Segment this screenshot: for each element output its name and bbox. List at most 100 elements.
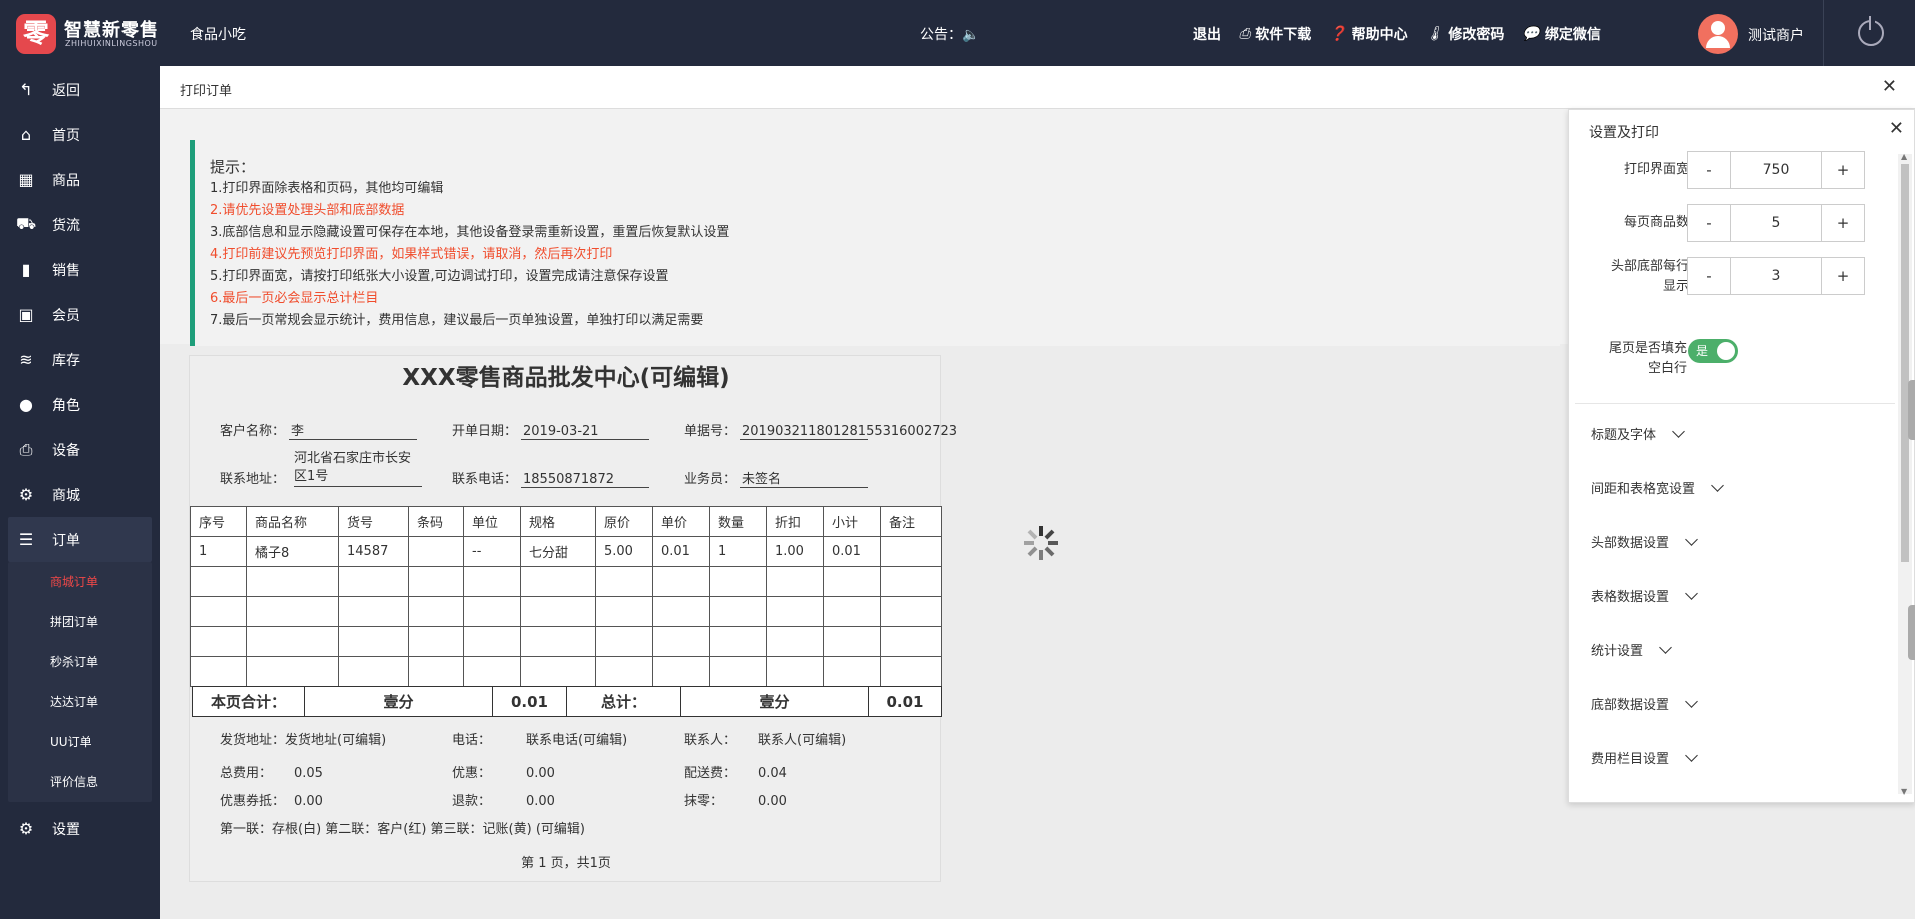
coupon-field[interactable]: 优惠券抵： 0.00 xyxy=(220,790,323,809)
delivery-field[interactable]: 配送费： 0.04 xyxy=(684,762,787,781)
submenu-mall-orders[interactable]: 商城订单 xyxy=(8,562,152,602)
width-decrement-button[interactable]: - xyxy=(1687,151,1731,189)
submenu-group-orders[interactable]: 拼团订单 xyxy=(8,602,152,642)
sidebar-item-back[interactable]: ↰ 返回 xyxy=(0,67,160,112)
printer-icon: ⎙ xyxy=(19,439,33,459)
ship-field[interactable]: 发货地址：发货地址(可编辑) xyxy=(220,729,386,748)
print-preview: XXX零售商品批发中心(可编辑) 客户名称：李 开单日期： 2019-03-21 … xyxy=(189,355,957,882)
date-field[interactable]: 开单日期： 2019-03-21 xyxy=(452,420,650,440)
phone-field[interactable]: 联系电话： 18550871872 xyxy=(452,468,650,488)
tab-print-order[interactable]: 打印订单 xyxy=(180,80,232,99)
close-icon[interactable]: ✕ xyxy=(1889,118,1904,139)
items-table: 序号 商品名称 货号 条码 单位 规格 原价 单价 数量 折扣 小计 备注 1 … xyxy=(190,506,942,687)
sales-field[interactable]: 业务员： 未签名 xyxy=(684,468,869,488)
head-increment-button[interactable]: + xyxy=(1821,257,1865,295)
cell: 1 xyxy=(709,536,767,567)
download-link[interactable]: ⎙ 软件下载 xyxy=(1239,24,1311,44)
head-decrement-button[interactable]: - xyxy=(1687,257,1731,295)
sidebar-item-roles[interactable]: ● 角色 xyxy=(0,382,160,427)
thermometer-icon: 🌡 xyxy=(1425,26,1444,42)
notice[interactable]: 公告：🔈 xyxy=(920,24,979,44)
sidebar-item-mall[interactable]: ⚙ 商城 xyxy=(0,472,160,517)
submenu-reviews[interactable]: 评价信息 xyxy=(8,762,152,802)
submenu-dada-orders[interactable]: 达达订单 xyxy=(8,682,152,722)
sidebar-item-orders[interactable]: ☰ 订单 xyxy=(8,517,152,562)
sidebar-item-stock[interactable]: ≋ 库存 xyxy=(0,337,160,382)
per-page-decrement-button[interactable]: - xyxy=(1687,204,1731,242)
edge-handle[interactable] xyxy=(1908,605,1915,660)
divider xyxy=(1575,403,1895,404)
width-input[interactable]: 750 xyxy=(1731,151,1821,189)
top-bar: 零 智慧新零售 ZHIHUIXINLINGSHOU 食品小吃 公告：🔈 退出 ⎙… xyxy=(0,0,1915,66)
list-icon: ☰ xyxy=(18,530,34,549)
sidebar-label: 会员 xyxy=(52,307,80,324)
head-input[interactable]: 3 xyxy=(1731,257,1821,295)
cell xyxy=(408,536,464,567)
section-footer-data[interactable]: 底部数据设置 xyxy=(1591,694,1698,713)
scroll-down-icon[interactable]: ▼ xyxy=(1901,787,1907,796)
section-table-data[interactable]: 表格数据设置 xyxy=(1591,586,1698,605)
power-icon[interactable] xyxy=(1858,16,1884,46)
fill-toggle[interactable]: 是 xyxy=(1688,339,1738,363)
sidebar: ↰ 返回 ⌂ 首页 ▦ 商品 ⛟ 货流 ▮ 销售 ▣ 会员 ≋ 库存 ● 角色 ⎙ 设备 ⚙ 商城 … xyxy=(0,66,160,919)
section-fees[interactable]: 费用栏目设置 xyxy=(1591,748,1698,767)
round-field[interactable]: 抹零： 0.00 xyxy=(684,790,787,809)
wechat-link[interactable]: 💬 绑定微信 xyxy=(1522,24,1600,44)
password-link[interactable]: 🌡 修改密码 xyxy=(1426,24,1505,44)
sidebar-item-goods[interactable]: ▦ 商品 xyxy=(0,157,160,202)
col-header: 小计 xyxy=(823,506,881,537)
submenu-flash-orders[interactable]: 秒杀订单 xyxy=(8,642,152,682)
per-page-input[interactable]: 5 xyxy=(1731,204,1821,242)
truck-icon: ⛟ xyxy=(16,214,37,233)
logo: 零 xyxy=(16,14,56,54)
sidebar-item-settings[interactable]: ⚙ 设置 xyxy=(0,806,160,851)
page-total-label: 本页合计： xyxy=(192,686,305,717)
section-title-font[interactable]: 标题及字体 xyxy=(1591,424,1685,443)
scroll-up-icon[interactable]: ▲ xyxy=(1901,152,1907,161)
cell: 1.00 xyxy=(766,536,824,567)
sidebar-item-members[interactable]: ▣ 会员 xyxy=(0,292,160,337)
help-link[interactable]: ❓ 帮助中心 xyxy=(1329,24,1407,44)
sidebar-label: 角色 xyxy=(52,397,80,414)
col-header: 单位 xyxy=(463,506,521,537)
logout-link[interactable]: 退出 xyxy=(1193,24,1221,44)
order-no-field[interactable]: 单据号： 20190321180128155316002723 xyxy=(684,420,957,440)
panel-scrollbar[interactable]: ▲ ▼ xyxy=(1898,152,1912,796)
sidebar-item-logistics[interactable]: ⛟ 货流 xyxy=(0,202,160,247)
sidebar-label: 设备 xyxy=(52,442,80,459)
fee-field[interactable]: 总费用： 0.05 xyxy=(220,762,323,781)
avatar[interactable] xyxy=(1698,14,1738,54)
edge-handle[interactable] xyxy=(1908,380,1915,440)
orders-submenu: 商城订单 拼团订单 秒杀订单 达达订单 UU订单 评价信息 xyxy=(8,562,152,802)
order-title[interactable]: XXX零售商品批发中心(可编辑) xyxy=(190,358,942,392)
refund-field[interactable]: 退款： 0.00 xyxy=(452,790,555,809)
cell: 0.01 xyxy=(823,536,881,567)
scroll-thumb[interactable] xyxy=(1901,164,1909,562)
head-label: 头部底部每行显示 xyxy=(1610,259,1689,294)
chevron-down-icon xyxy=(1685,749,1698,762)
tel-field[interactable]: 电话： 联系电话(可编辑) xyxy=(452,729,627,748)
discount-field[interactable]: 优惠： 0.00 xyxy=(452,762,555,781)
loading-spinner-icon xyxy=(1024,526,1058,560)
table-row-empty xyxy=(190,566,942,597)
sidebar-item-sales[interactable]: ▮ 销售 xyxy=(0,247,160,292)
submenu-uu-orders[interactable]: UU订单 xyxy=(8,722,152,762)
user-name[interactable]: 测试商户 xyxy=(1748,25,1804,45)
sidebar-item-devices[interactable]: ⎙ 设备 xyxy=(0,427,160,472)
col-header: 折扣 xyxy=(766,506,824,537)
store-name[interactable]: 食品小吃 xyxy=(190,24,246,44)
section-header-data[interactable]: 头部数据设置 xyxy=(1591,532,1698,551)
close-icon[interactable]: ✕ xyxy=(1882,76,1897,97)
sidebar-label: 返回 xyxy=(52,82,80,99)
settings-panel: 设置及打印 ✕ 打印界面宽 - 750 + 每页商品数 - 5 + 头部底部每行… xyxy=(1568,109,1915,803)
address-field[interactable]: 河北省石家庄市长安 区1号 xyxy=(294,450,422,487)
section-statistics[interactable]: 统计设置 xyxy=(1591,640,1672,659)
contact-field[interactable]: 联系人： 联系人(可编辑) xyxy=(684,729,846,748)
per-page-increment-button[interactable]: + xyxy=(1821,204,1865,242)
copies-note[interactable]: 第一联：存根(白) 第二联：客户(红) 第三联：记账(黄) (可编辑) xyxy=(220,818,585,837)
tip-line: 6.最后一页必会显示总计栏目 xyxy=(210,291,379,306)
sidebar-item-home[interactable]: ⌂ 首页 xyxy=(0,112,160,157)
customer-field[interactable]: 客户名称：李 xyxy=(220,420,418,440)
section-spacing[interactable]: 间距和表格宽设置 xyxy=(1591,478,1724,497)
width-increment-button[interactable]: + xyxy=(1821,151,1865,189)
